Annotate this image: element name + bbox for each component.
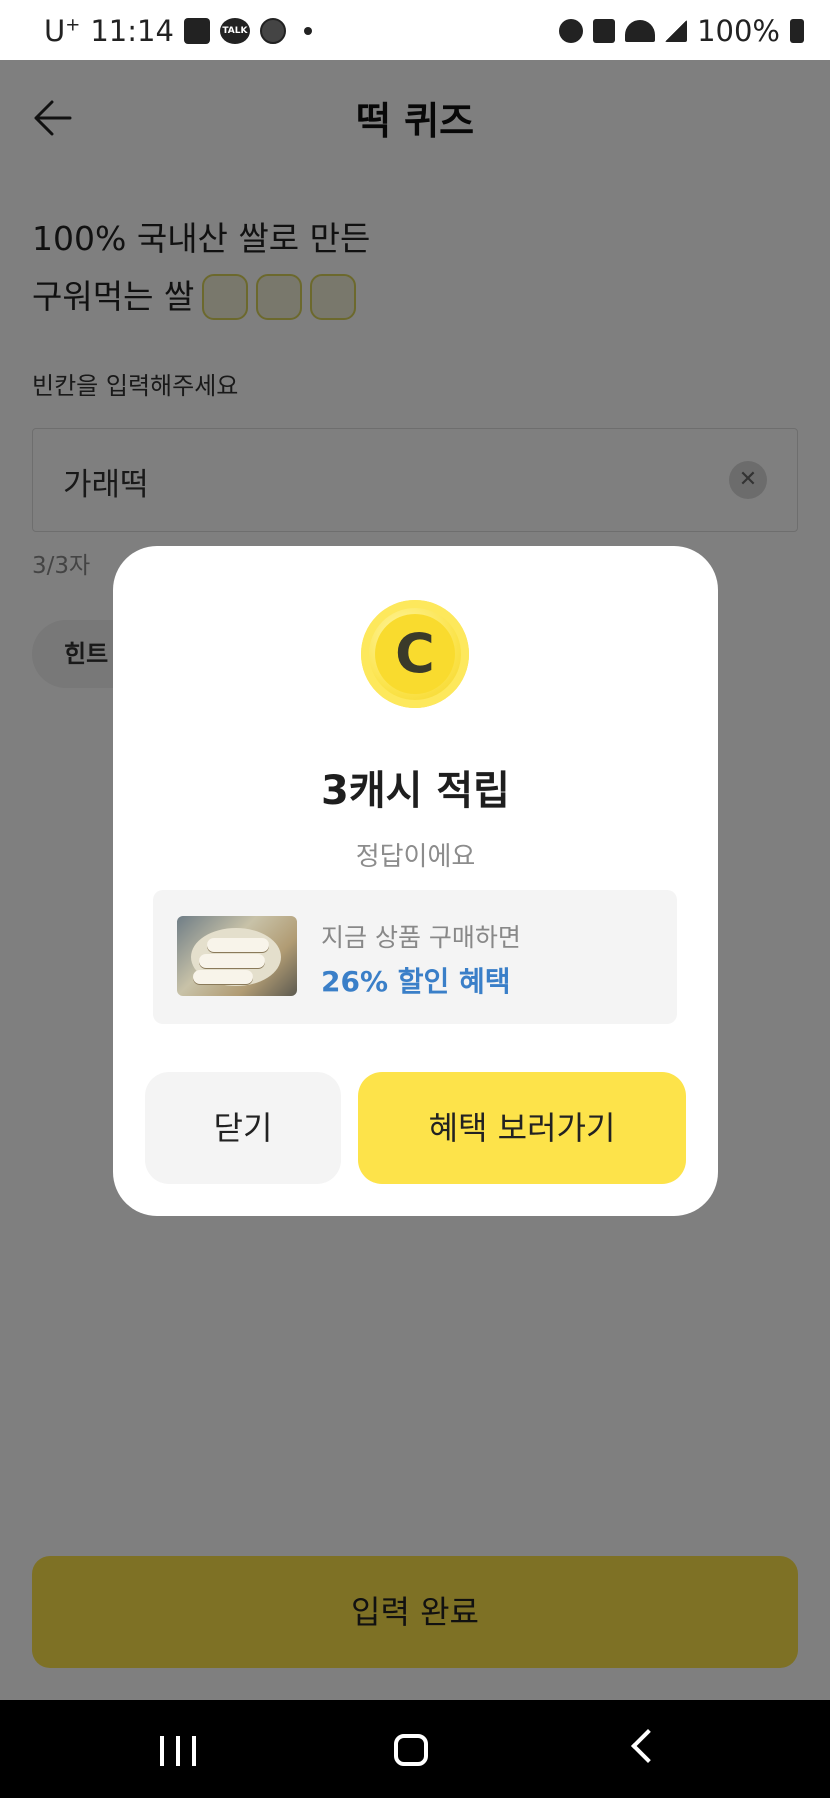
promo-discount: 26% 할인 혜택 [321,965,511,998]
reward-subtitle: 정답이에요 [355,842,476,872]
status-right: 100% [559,14,804,48]
wifi-icon [625,20,656,42]
coin-inner: C [375,614,455,694]
coin-letter: C [395,622,435,685]
kakaotalk-icon: TALK [219,18,250,44]
starbucks-icon [259,18,286,44]
promo-text: 지금 상품 구매하면 [321,923,521,952]
view-benefit-button[interactable]: 혜택 보러가기 [358,1072,686,1184]
signal-icon [665,20,688,42]
promo-banner[interactable]: 지금 상품 구매하면 26% 할인 혜택 [153,890,677,1024]
gallery-icon [183,18,210,44]
battery-icon [790,19,804,43]
status-time: 11:14 [90,14,174,48]
rice-cake-shape [193,970,253,984]
home-icon[interactable] [394,1734,428,1766]
recent-apps-icon[interactable] [160,1736,196,1766]
rice-cake-shape [207,938,269,952]
system-nav-bar [0,1700,830,1798]
reward-modal: C 3캐시 적립 정답이에요 지금 상품 구매하면 26% 할인 혜택 닫기 혜… [113,546,718,1216]
status-bar: U+ 11:14 TALK 100% [0,0,830,60]
status-left: U+ 11:14 TALK [44,14,312,48]
nav-back-icon[interactable] [631,1729,665,1763]
battery-percent: 100% [697,14,780,48]
reward-title: 3캐시 적립 [321,768,510,814]
alarm-icon [559,19,584,43]
close-button[interactable]: 닫기 [145,1072,341,1184]
rice-cake-shape [199,954,265,968]
mute-icon [593,19,616,43]
cash-coin-icon: C [361,600,469,708]
carrier-label: U+ [44,14,81,48]
product-image [177,916,297,996]
notification-dot-icon [303,27,312,35]
